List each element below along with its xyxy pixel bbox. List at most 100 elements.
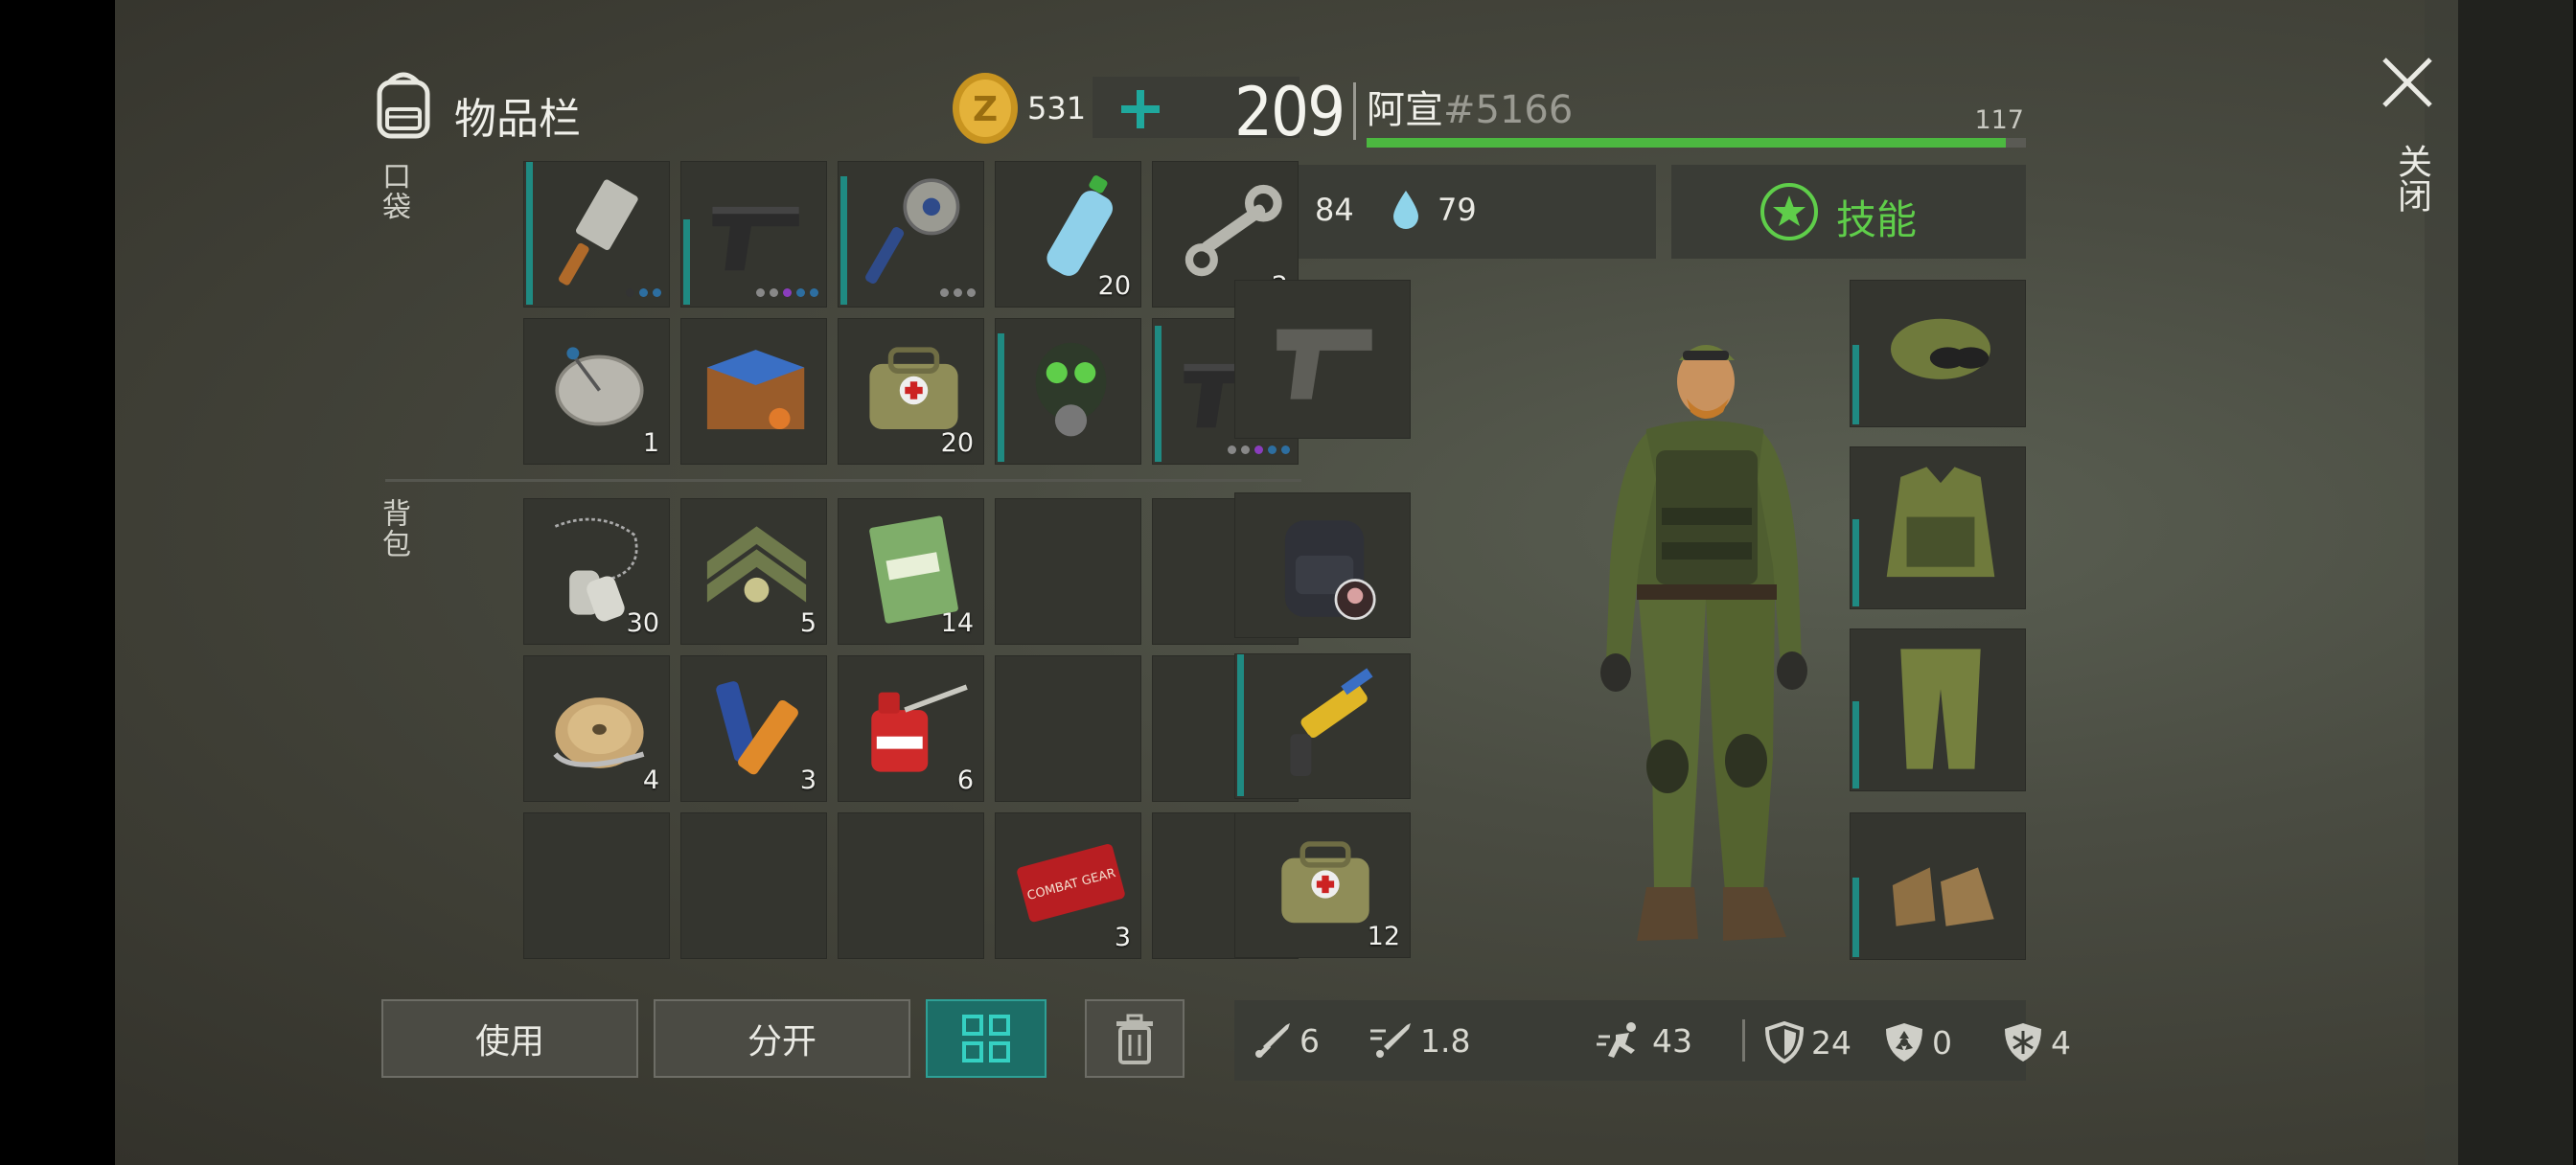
backpack-icon: [1284, 520, 1376, 621]
running-icon: [1597, 1022, 1636, 1058]
character-model: [1503, 316, 1886, 958]
camo-pants-icon: [1900, 649, 1981, 769]
equipment-slot[interactable]: [1234, 492, 1411, 638]
grid-view-icon: [962, 1015, 1010, 1062]
boots-icon: [1892, 867, 1994, 926]
equipment-slot[interactable]: [1234, 653, 1411, 799]
xp-bar-fill: [1367, 138, 2007, 148]
backpack-slot[interactable]: 14: [838, 498, 984, 645]
cleaver-icon: [559, 179, 638, 286]
backpack-slot[interactable]: 6: [838, 655, 984, 802]
durability-bar: [1852, 878, 1859, 957]
backpack-slot[interactable]: 4: [523, 655, 670, 802]
empty-backpack-slot[interactable]: [838, 812, 984, 959]
close-icon: [2382, 57, 2432, 107]
damage-value: 6: [1300, 1021, 1320, 1060]
grid-view-button[interactable]: [926, 999, 1046, 1078]
xp-bar-track: [1367, 138, 2026, 148]
durability-bar: [683, 219, 690, 305]
item-count: 4: [642, 765, 659, 795]
pocket-slot[interactable]: [838, 161, 984, 308]
skills-label: 技能: [1836, 196, 1918, 243]
armor-vest-icon: [1886, 467, 1995, 578]
upgrade-dots: [756, 288, 818, 297]
item-count: 1: [642, 428, 659, 458]
item-count: 20: [1097, 271, 1131, 301]
durability-bar: [840, 176, 847, 305]
durability-bar: [998, 333, 1004, 462]
pistol-icon: [712, 206, 799, 271]
game-screen: 物品栏 Z 531 口袋 背包 使用 分开 209 阿宣#5166 117 84…: [115, 0, 2573, 1165]
hunger-value: 84: [1315, 192, 1354, 228]
armor-slot[interactable]: [1850, 812, 2026, 960]
upgrade-dots: [1228, 445, 1290, 454]
sword-icon: [1255, 1023, 1290, 1058]
coin-icon: Z: [951, 71, 1020, 146]
item-count: 6: [956, 765, 974, 795]
backpack-slot[interactable]: COMBAT GEAR 3: [995, 812, 1141, 959]
backpack-slot[interactable]: 30: [523, 498, 670, 645]
saw-mace-icon: [865, 178, 960, 285]
item-count: 5: [799, 608, 816, 638]
close-button[interactable]: 关闭: [2358, 48, 2453, 240]
durability-bar: [1155, 326, 1162, 462]
thirst-value: 79: [1438, 192, 1477, 228]
nail-gun-icon: [1290, 668, 1373, 777]
cold-stat: 4: [2003, 1021, 2071, 1063]
pistol-silhouette-icon: [1276, 329, 1372, 400]
pocket-slot[interactable]: [995, 318, 1141, 465]
close-label: 关闭: [2392, 144, 2431, 213]
snowflake-icon: [2005, 1023, 2041, 1062]
upgrade-dots: [626, 288, 661, 297]
pocket-slot[interactable]: [680, 318, 827, 465]
backpack-slot[interactable]: 3: [680, 655, 827, 802]
attack-speed-stat: 1.8: [1368, 1021, 1470, 1060]
player-level: 209: [1234, 73, 1346, 151]
camo-cap-icon: [1891, 318, 1990, 379]
shield-icon: [1765, 1021, 1804, 1063]
coin-count: 531: [1027, 90, 1087, 126]
attack-speed-value: 1.8: [1420, 1021, 1471, 1060]
empty-backpack-slot[interactable]: [680, 812, 827, 959]
item-count: 30: [626, 608, 659, 638]
item-count: 3: [799, 765, 816, 795]
equipment-slot[interactable]: [1234, 280, 1411, 439]
durability-bar: [1852, 701, 1859, 788]
empty-backpack-slot[interactable]: [995, 498, 1141, 645]
backpack-title-icon: [366, 65, 441, 140]
split-button[interactable]: 分开: [654, 999, 910, 1078]
equipment-slot[interactable]: 12: [1234, 812, 1411, 958]
swift-sword-icon: [1370, 1023, 1411, 1058]
level-divider: [1353, 82, 1356, 140]
svg-text:Z: Z: [973, 90, 998, 129]
pocket-slot[interactable]: 20: [995, 161, 1141, 308]
empty-backpack-slot[interactable]: [995, 655, 1141, 802]
backpack-slot[interactable]: 5: [680, 498, 827, 645]
pocket-slot[interactable]: 20: [838, 318, 984, 465]
item-count: 14: [940, 608, 974, 638]
star-icon: [1760, 182, 1819, 245]
pocket-slot[interactable]: 1: [523, 318, 670, 465]
empty-backpack-slot[interactable]: [523, 812, 670, 959]
plus-icon[interactable]: [1117, 86, 1163, 132]
trash-icon: [1116, 1014, 1153, 1064]
radiation-value: 0: [1932, 1023, 1952, 1062]
radiation-stat: 0: [1884, 1021, 1952, 1063]
item-count: 12: [1367, 922, 1400, 951]
inventory-title: 物品栏: [454, 95, 581, 144]
gas-mask-icon: [1035, 342, 1107, 437]
player-tag: #5166: [1443, 88, 1574, 132]
xp-value: 117: [1974, 105, 2024, 135]
pocket-slot[interactable]: [523, 161, 670, 308]
move-speed-value: 43: [1652, 1021, 1692, 1060]
player-name-row: 阿宣#5166: [1367, 79, 1573, 134]
pocket-slot[interactable]: [680, 161, 827, 308]
use-button[interactable]: 使用: [381, 999, 638, 1078]
item-count: 20: [940, 428, 974, 458]
move-speed-stat: 43: [1597, 1021, 1692, 1060]
backpack-label: 背包: [377, 498, 410, 560]
armor-slot[interactable]: [1850, 446, 2026, 609]
armor-slot[interactable]: [1850, 280, 2026, 427]
armor-slot[interactable]: [1850, 628, 2026, 791]
delete-button[interactable]: [1085, 999, 1184, 1078]
